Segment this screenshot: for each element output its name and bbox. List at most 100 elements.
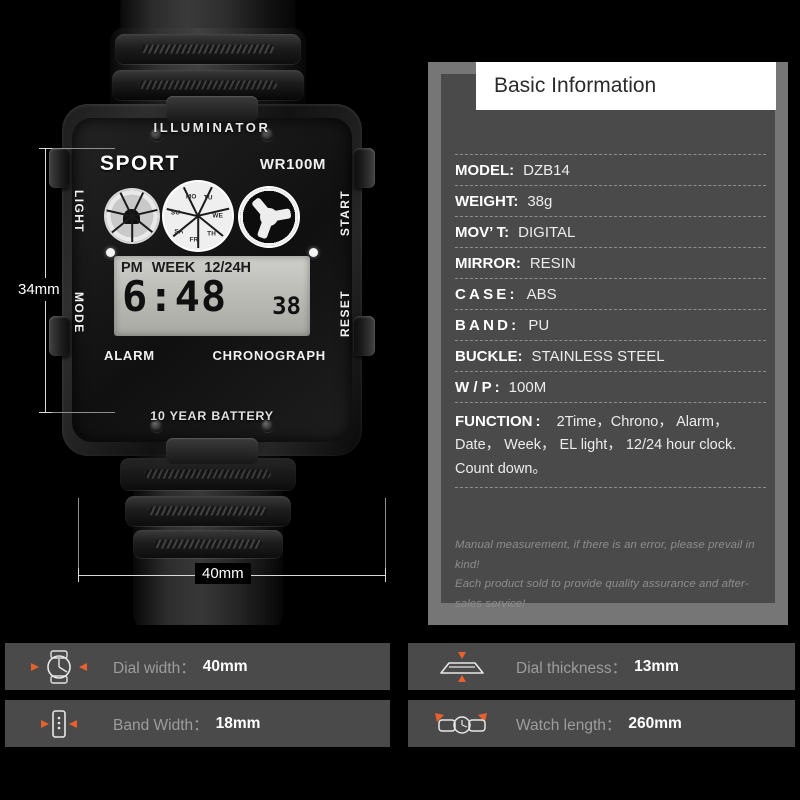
spec-label: Band Width： [113, 716, 209, 734]
button-reset[interactable] [353, 316, 375, 356]
height-dimension-label: 34mm [16, 278, 62, 301]
spec-key: WEIGHT: [455, 193, 519, 210]
spec-value: DIGITAL [518, 224, 576, 241]
table-row: MOV’ T: DIGITAL [455, 216, 766, 247]
lug-bottom [166, 438, 258, 464]
width-dimension-label: 40mm [195, 563, 251, 584]
spec-key: CASE: [455, 286, 518, 303]
lcd-time: 6:48 [122, 272, 228, 321]
basic-information-panel: Basic Information MODEL: DZB14 WEIGHT: 3… [428, 62, 788, 625]
dimension-cap [385, 568, 386, 582]
lug-top [166, 96, 258, 122]
band-segment [124, 496, 291, 526]
spec-label: Dial width： [113, 659, 196, 677]
label-reset: RESET [338, 290, 352, 338]
watch-photo: ILLUMINATOR 10 YEAR BATTERY SPORT WR100M… [0, 0, 415, 625]
spec-label: Dial thickness： [516, 659, 628, 677]
spec-row-list: MODEL: DZB14 WEIGHT: 38g MOV’ T: DIGITAL… [455, 154, 766, 489]
spec-value: 18mm [215, 714, 261, 732]
dimension-cap [39, 412, 52, 413]
day-label: MO [185, 193, 197, 201]
dial-dot [309, 248, 318, 257]
dial-dot [106, 248, 115, 257]
dimension-cap [39, 148, 52, 149]
spec-value: 100M [508, 379, 547, 396]
panel-title-block: Basic Information [476, 62, 776, 110]
spec-strip-watch-length: Watch length： 260mm [408, 700, 795, 747]
watch-band-icon [5, 707, 113, 741]
watch-case: ILLUMINATOR 10 YEAR BATTERY SPORT WR100M… [49, 96, 375, 464]
sub-dials: MO TU WE TH FR SA SU [100, 182, 324, 250]
function-line: 2Time，Chrono， Alarm， [556, 414, 729, 430]
day-wheel-subdial: MO TU WE TH FR SA SU [164, 182, 232, 250]
table-row: MIRROR: RESIN [455, 247, 766, 278]
watch-dial: SPORT WR100M LIGHT MODE START RESET MO T… [72, 152, 352, 384]
battery-text: 10 YEAR BATTERY [150, 409, 274, 423]
band-segment [114, 34, 301, 64]
disclaimer-line: Manual measurement, if there is an error… [455, 539, 755, 571]
spec-label: Watch length： [516, 716, 622, 734]
table-row: W / P : 100M [455, 371, 766, 402]
day-label: WE [212, 212, 224, 220]
button-mode[interactable] [49, 316, 71, 356]
panel-title-text: Basic Information [494, 74, 657, 97]
disclaimer-block: Manual measurement, if there is an error… [455, 536, 766, 614]
day-label: SA [174, 228, 184, 236]
label-chronograph: CHRONOGRAPH [212, 348, 326, 363]
spec-value: 260mm [628, 714, 682, 732]
spec-value: 40mm [202, 657, 248, 675]
water-resist-text: WR100M [259, 156, 326, 173]
spec-key: BAND: [455, 317, 520, 334]
dimension-extension-line [45, 148, 115, 149]
table-row: CASE: ABS [455, 278, 766, 309]
watch-thickness-icon [408, 650, 516, 684]
infographic-root: ILLUMINATOR 10 YEAR BATTERY SPORT WR100M… [0, 0, 800, 800]
label-light: LIGHT [72, 190, 86, 233]
rotor-subdial-icon [240, 188, 298, 246]
illuminator-text: ILLUMINATOR [153, 120, 271, 135]
disclaimer-line: Each product sold to provide quality ass… [455, 578, 749, 610]
spec-key: BUCKLE: [455, 348, 523, 365]
dimension-cap [78, 568, 79, 582]
table-row: BAND: PU [455, 309, 766, 340]
button-start[interactable] [353, 148, 375, 188]
lcd-seconds: 38 [272, 292, 301, 320]
spec-key: MOV’ T: [455, 224, 510, 241]
label-mode: MODE [72, 292, 86, 334]
table-row-function: FUNCTION : 2Time，Chrono， Alarm， Date， We… [455, 402, 766, 489]
watch-length-icon [408, 707, 516, 741]
dial-brand-text: SPORT [100, 152, 180, 175]
day-label: TU [203, 194, 213, 202]
function-key: FUNCTION : [455, 413, 541, 430]
spec-strip-band-width: Band Width： 18mm [5, 700, 390, 747]
spec-strip-dial-width: Dial width： 40mm [5, 643, 390, 690]
watch-face-icon [5, 649, 113, 684]
label-start: START [338, 190, 352, 237]
spec-value: 38g [527, 193, 553, 210]
spec-value: STAINLESS STEEL [531, 348, 665, 365]
spec-key: MIRROR: [455, 255, 521, 272]
function-line: Count down。 [455, 460, 547, 477]
day-label: SU [170, 209, 181, 217]
spec-value: ABS [526, 286, 557, 303]
dimension-extension-line [78, 498, 79, 576]
spec-strip-dial-thickness: Dial thickness： 13mm [408, 643, 795, 690]
spec-value: DZB14 [523, 162, 570, 179]
table-row: BUCKLE: STAINLESS STEEL [455, 340, 766, 371]
alarm-subdial-icon [106, 190, 158, 242]
dimension-extension-line [385, 498, 386, 576]
spec-value: RESIN [529, 255, 576, 272]
button-light[interactable] [49, 148, 71, 188]
spec-key: W / P : [455, 379, 500, 396]
day-label: TH [207, 230, 217, 238]
spec-value: PU [528, 317, 550, 334]
table-row: MODEL: DZB14 [455, 154, 766, 185]
table-row: WEIGHT: 38g [455, 185, 766, 216]
day-label: FR [189, 236, 199, 244]
lcd-display: PM WEEK 12/24H 6:48 38 [114, 256, 310, 336]
function-line: Date， Week， EL light， 12/24 hour clock. [455, 437, 737, 454]
spec-value: 13mm [634, 657, 679, 675]
spec-key: MODEL: [455, 162, 515, 179]
label-alarm: ALARM [104, 348, 155, 363]
band-segment [132, 530, 283, 558]
